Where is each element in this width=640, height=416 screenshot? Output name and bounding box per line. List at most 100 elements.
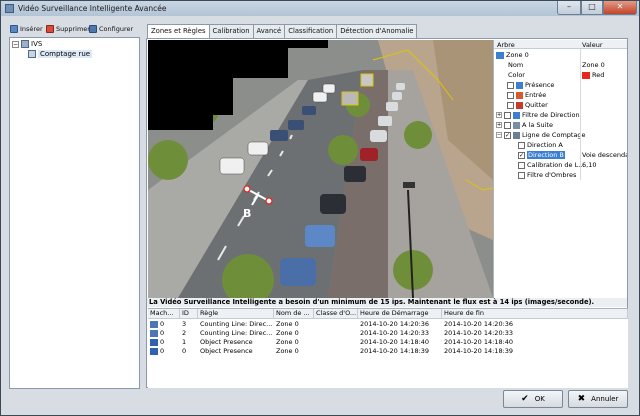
- video-view[interactable]: B: [148, 40, 493, 298]
- counting-line-icon: [513, 131, 520, 139]
- prop-label: A la Suite: [522, 121, 553, 129]
- cell: Counting Line: Direc...: [200, 329, 273, 337]
- title-bar: Vidéo Surveillance Intelligente Avancée: [1, 1, 639, 16]
- prop-label: Présence: [525, 81, 555, 89]
- insert-icon: [10, 25, 18, 33]
- insert-label: Insérer: [20, 25, 43, 33]
- prop-label: Filtre de Direction: [522, 111, 580, 119]
- cell: 0: [160, 320, 165, 328]
- cell: Object Presence: [200, 338, 253, 346]
- cell: 2014-10-20 14:20:36: [444, 320, 514, 328]
- presence-checkbox[interactable]: [507, 81, 514, 89]
- col-header[interactable]: Mach...: [148, 309, 180, 319]
- col-header[interactable]: Classe d'O...: [314, 309, 358, 319]
- prop-direction-a[interactable]: Direction A: [494, 140, 627, 150]
- prop-label: Filtre d'Ombres: [527, 171, 577, 179]
- tab-classification[interactable]: Classification: [284, 24, 338, 38]
- cell: 0: [160, 338, 165, 346]
- close-button[interactable]: ✕: [603, 1, 637, 15]
- tree-item-comptage[interactable]: Comptage rue: [28, 50, 93, 58]
- cell: 3: [182, 320, 187, 328]
- tree-root[interactable]: − IVS: [12, 40, 42, 48]
- prop-ligne-comptage[interactable]: − ✓ Ligne de Comptage: [494, 130, 627, 140]
- cell: 2014-10-20 14:20:33: [360, 329, 430, 337]
- delete-button[interactable]: Supprimer: [46, 23, 90, 35]
- filtre-ombres-checkbox[interactable]: [518, 171, 525, 179]
- cell: Zone 0: [276, 329, 299, 337]
- prop-label: Calibration de L...: [527, 161, 585, 169]
- col-header[interactable]: ID: [180, 309, 198, 319]
- insert-button[interactable]: Insérer: [10, 23, 43, 35]
- fps-warning: La Vidéo Surveillance Intelligente a bes…: [147, 298, 627, 307]
- sequence-icon: [513, 121, 520, 129]
- configure-label: Configurer: [99, 25, 134, 33]
- cell: 1: [182, 338, 187, 346]
- prop-color[interactable]: Color Red: [494, 70, 627, 80]
- prop-value: Red: [592, 71, 605, 79]
- calibration-checkbox[interactable]: [518, 161, 525, 169]
- cancel-button[interactable]: ✖ Annuler: [568, 390, 628, 408]
- ligne-comptage-checkbox[interactable]: ✓: [504, 131, 511, 139]
- cell: 2014-10-20 14:20:33: [444, 329, 514, 337]
- enter-icon: [516, 91, 523, 99]
- counting-event-icon: [150, 330, 158, 337]
- prop-direction-b[interactable]: ✓Direction B Voie descendan: [494, 150, 627, 160]
- col-header[interactable]: Nom de ...: [274, 309, 314, 319]
- machine-cell: 0: [148, 338, 180, 347]
- col-header[interactable]: Heure de Démarrage: [358, 309, 442, 319]
- col-header[interactable]: Règle: [198, 309, 274, 319]
- collapse-toggle[interactable]: −: [12, 40, 19, 48]
- tab-calibration[interactable]: Calibration: [208, 24, 254, 38]
- expand-toggle[interactable]: +: [496, 122, 502, 128]
- ok-button[interactable]: ✔ OK: [503, 390, 563, 408]
- direction-icon: [513, 111, 520, 119]
- prop-label: Zone 0: [506, 51, 529, 59]
- main-window: Vidéo Surveillance Intelligente Avancée …: [0, 0, 640, 416]
- counting-event-icon: [150, 321, 158, 328]
- camera-group-icon: [21, 40, 29, 48]
- prop-zone[interactable]: Zone 0: [494, 50, 627, 60]
- property-grid[interactable]: Arbre Valeur Zone 0 Nom Zone 0 Color Red…: [493, 40, 627, 298]
- presence-event-icon: [150, 348, 158, 355]
- cell: 0: [160, 329, 165, 337]
- prop-filtre-direction[interactable]: + Filtre de Direction: [494, 110, 627, 120]
- prop-quitter[interactable]: Quitter: [494, 100, 627, 110]
- quitter-checkbox[interactable]: [507, 101, 514, 109]
- machine-cell: 0: [148, 347, 180, 356]
- a-la-suite-checkbox[interactable]: [504, 121, 511, 129]
- col-header[interactable]: Heure de fin: [442, 309, 628, 319]
- tab-avance[interactable]: Avancé: [252, 24, 286, 38]
- exit-icon: [516, 101, 523, 109]
- prop-entree[interactable]: Entrée: [494, 90, 627, 100]
- color-swatch: [582, 71, 590, 79]
- cell: 2: [182, 329, 187, 337]
- channel-tree[interactable]: − IVS Comptage rue: [9, 37, 140, 389]
- delete-label: Supprimer: [56, 25, 90, 33]
- maximize-button[interactable]: □: [581, 1, 603, 15]
- cell: Zone 0: [276, 338, 299, 346]
- cell: 0: [182, 347, 187, 355]
- prop-filtre-ombres[interactable]: Filtre d'Ombres: [494, 170, 627, 180]
- collapse-toggle[interactable]: −: [496, 132, 502, 138]
- filtre-direction-checkbox[interactable]: [504, 111, 511, 119]
- configure-button[interactable]: Configurer: [89, 23, 133, 35]
- tree-toolbar: Insérer Supprimer Configurer: [9, 21, 140, 36]
- prop-name[interactable]: Nom Zone 0: [494, 60, 627, 70]
- prop-presence[interactable]: Présence: [494, 80, 627, 90]
- prop-a-la-suite[interactable]: + A la Suite: [494, 120, 627, 130]
- entree-checkbox[interactable]: [507, 91, 514, 99]
- tab-detection-anomalie[interactable]: Détection d'Anomalie: [336, 24, 418, 38]
- direction-b-checkbox[interactable]: ✓: [518, 151, 525, 159]
- prop-calibration[interactable]: Calibration de L... 6,10: [494, 160, 627, 170]
- cell: 2014-10-20 14:20:36: [360, 320, 430, 328]
- tab-zones-regles[interactable]: Zones et Règles: [147, 24, 210, 39]
- minimize-button[interactable]: –: [557, 1, 581, 15]
- direction-a-checkbox[interactable]: [518, 141, 525, 149]
- tab-strip: Zones et Règles Calibration Avancé Class…: [147, 24, 418, 39]
- cell: 2014-10-20 14:18:39: [444, 347, 514, 355]
- prop-label: Direction A: [527, 141, 563, 149]
- check-icon: ✔: [521, 394, 529, 404]
- events-table[interactable]: Mach... ID Règle Nom de ... Classe d'O..…: [148, 308, 628, 388]
- expand-toggle[interactable]: +: [496, 112, 502, 118]
- cell: Counting Line: Direc...: [200, 320, 273, 328]
